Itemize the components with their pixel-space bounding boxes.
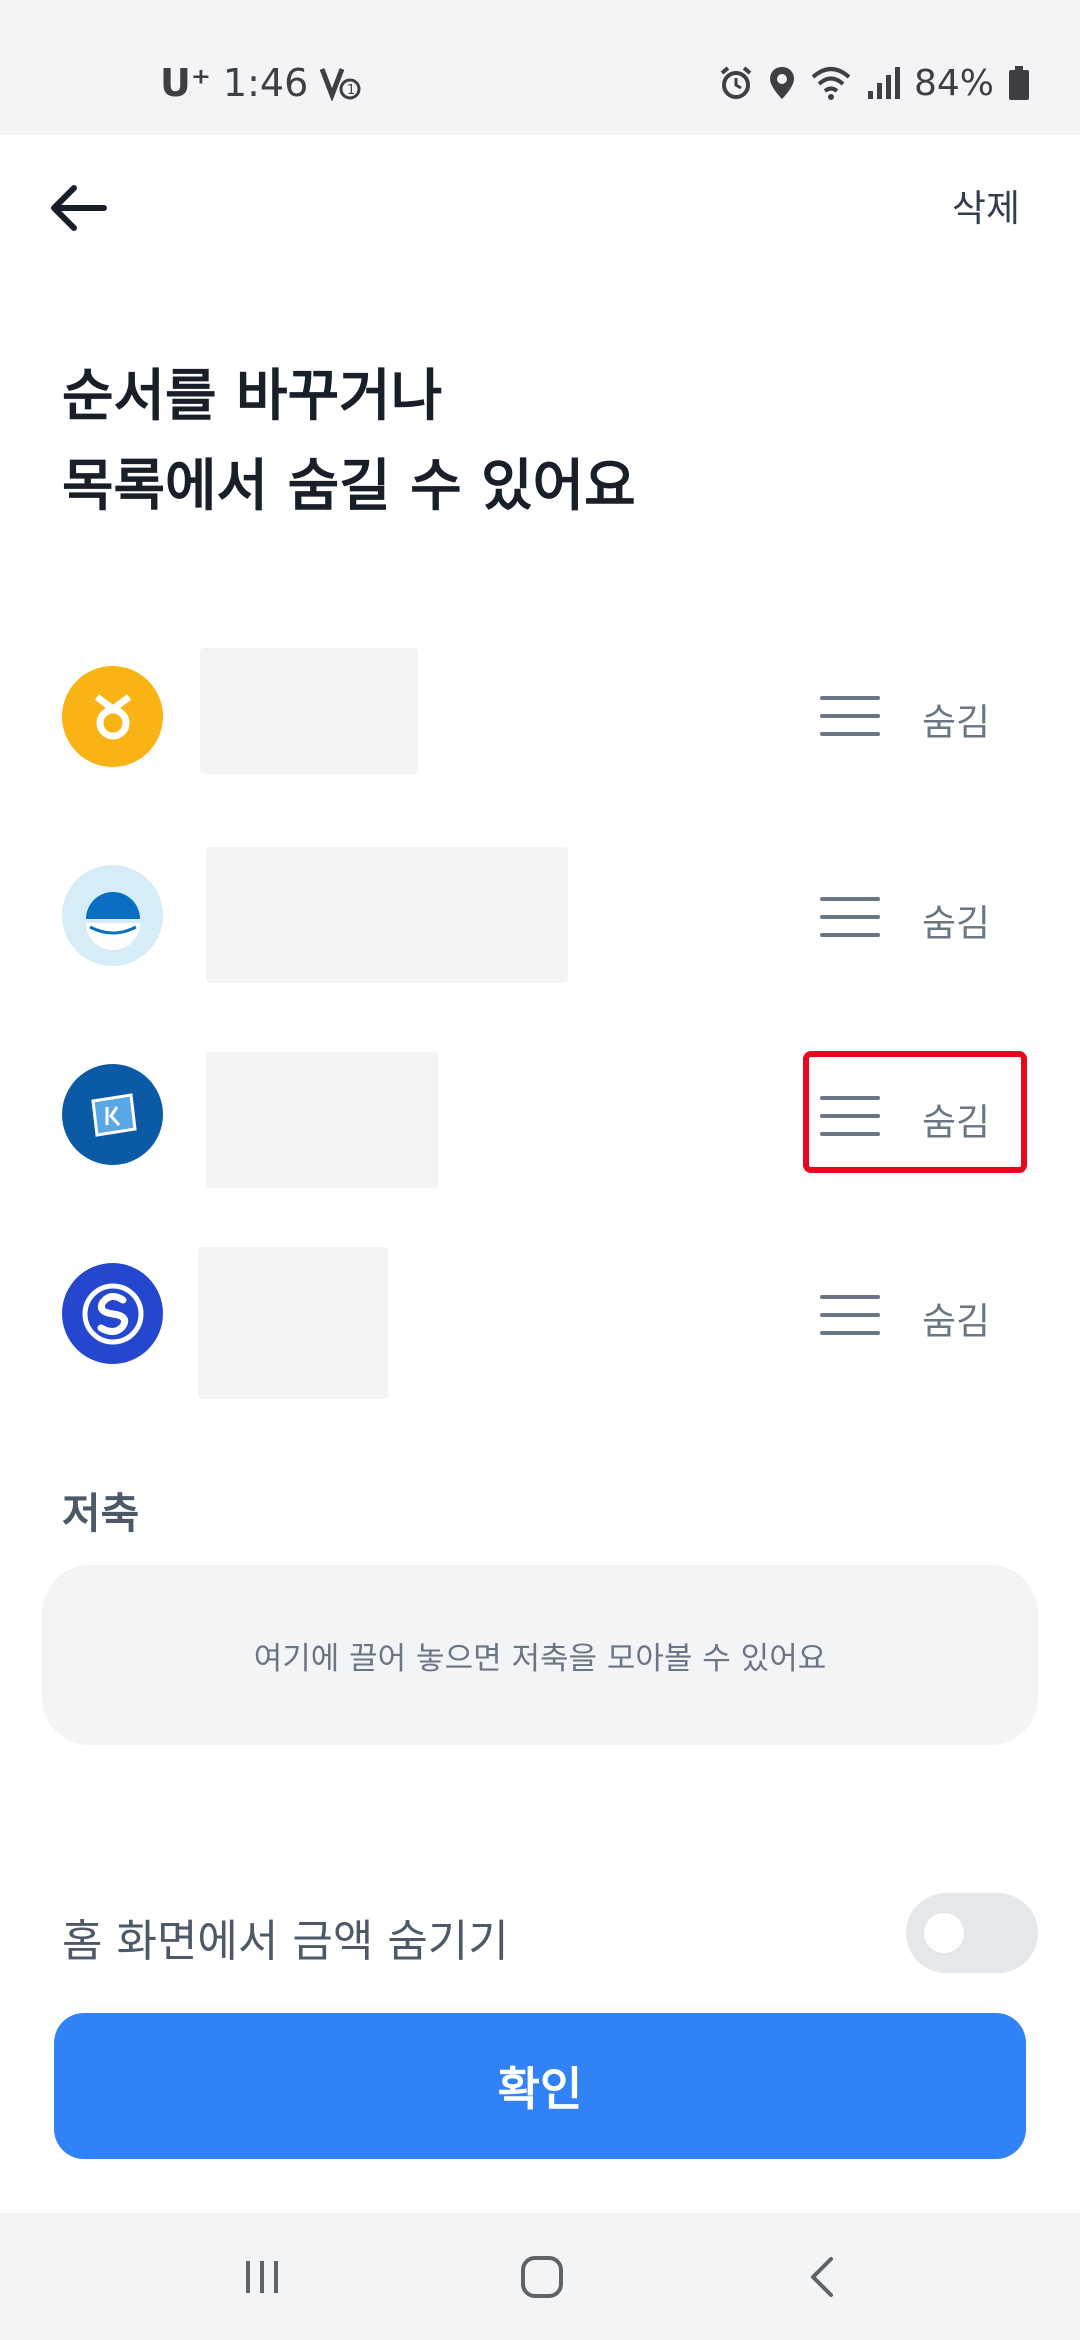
arrow-left-icon: [51, 185, 107, 231]
page-title-line-1: 순서를 바꾸거나: [62, 364, 443, 429]
hide-amount-toggle[interactable]: [906, 1893, 1038, 1973]
account-row[interactable]: 숨김: [0, 636, 1080, 796]
account-row[interactable]: 숨김: [0, 835, 1080, 995]
recent-apps-button[interactable]: [192, 2213, 332, 2340]
page-title-line-2: 목록에서 숨길 수 있어요: [62, 454, 636, 519]
savings-drop-zone[interactable]: 여기에 끌어 놓으면 저축을 모아볼 수 있어요: [42, 1565, 1038, 1745]
toggle-knob: [924, 1913, 964, 1953]
account-name-placeholder: [206, 847, 568, 983]
shinhan-bank-logo-icon: [62, 1263, 163, 1364]
scroll-fade: [0, 1790, 1080, 1850]
delete-button[interactable]: 삭제: [952, 178, 1020, 232]
wifi-icon: [810, 65, 852, 101]
woori-bank-logo-icon: [62, 865, 163, 966]
hide-button[interactable]: 숨김: [922, 1291, 990, 1345]
battery-icon: [1008, 65, 1030, 101]
account-name-placeholder: [198, 1247, 388, 1399]
hide-button[interactable]: 숨김: [922, 692, 990, 746]
navigation-bar: [0, 2213, 1080, 2340]
hide-button[interactable]: 숨김: [922, 893, 990, 947]
home-icon: [521, 2255, 563, 2298]
account-name-placeholder: [200, 648, 418, 774]
savings-section-title: 저축: [62, 1489, 140, 1538]
drop-zone-hint: 여기에 끌어 놓으면 저축을 모아볼 수 있어요: [253, 1640, 827, 1677]
hide-amount-label: 홈 화면에서 금액 숨기기: [62, 1916, 509, 1967]
location-icon: [768, 65, 796, 101]
confirm-button[interactable]: 확인: [54, 2013, 1026, 2159]
account-name-placeholder: [206, 1052, 438, 1188]
battery-percent: 84%: [913, 62, 994, 104]
status-right: 84%: [718, 55, 1030, 111]
status-left: U⁺ 1:46 1: [160, 55, 362, 111]
carrier-label: U⁺: [160, 61, 211, 105]
volte-icon: 1: [320, 65, 362, 101]
clock: 1:46: [222, 61, 309, 105]
highlight-box: [803, 1051, 1027, 1173]
account-row[interactable]: 숨김: [0, 1233, 1080, 1399]
back-button[interactable]: [40, 170, 116, 246]
back-icon: [811, 2256, 833, 2297]
drag-handle-icon[interactable]: [820, 1295, 880, 1335]
system-back-button[interactable]: [752, 2213, 892, 2340]
signal-icon: [866, 65, 900, 101]
drag-handle-icon[interactable]: [820, 696, 880, 736]
alarm-icon: [718, 65, 754, 101]
svg-text:1: 1: [347, 83, 355, 98]
page-title: 순서를 바꾸거나 목록에서 숨길 수 있어요: [62, 352, 962, 532]
ibk-bank-logo-icon: [62, 1064, 163, 1165]
confirm-button-label: 확인: [497, 2062, 583, 2116]
drag-handle-icon[interactable]: [820, 897, 880, 937]
status-bar: U⁺ 1:46 1 84%: [0, 0, 1080, 135]
home-button[interactable]: [472, 2213, 612, 2340]
recent-apps-icon: [246, 2260, 278, 2293]
kb-bank-logo-icon: [62, 666, 163, 767]
